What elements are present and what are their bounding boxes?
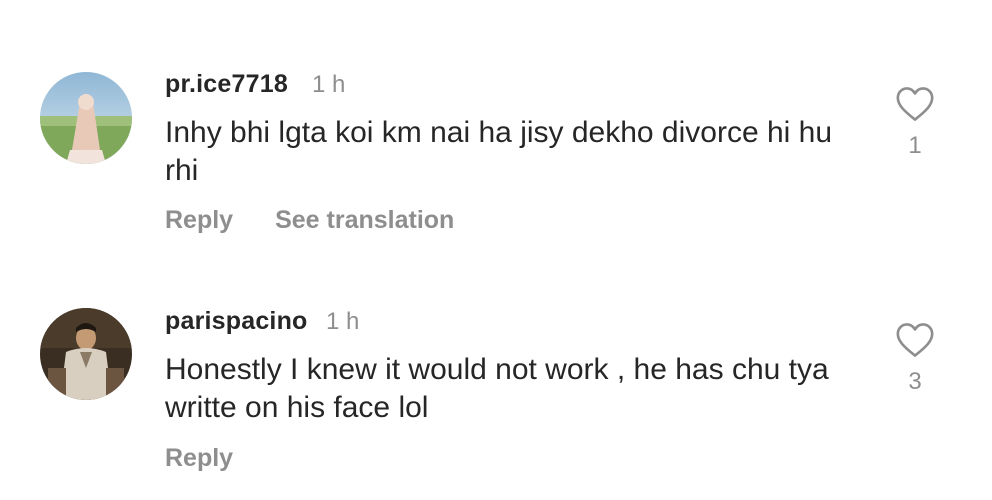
reply-button[interactable]: Reply <box>165 444 233 473</box>
heart-outline-icon[interactable] <box>895 86 935 122</box>
comment-actions: Reply <box>165 444 233 473</box>
comment-text: Inhy bhi lgta koi km nai ha jisy dekho d… <box>165 116 833 187</box>
avatar-image <box>40 308 132 400</box>
comment-item: parispacino 1 h Honestly I knew it would… <box>0 260 992 500</box>
comment-actions: Reply See translation <box>165 206 454 235</box>
see-translation-button[interactable]: See translation <box>275 206 454 235</box>
heart-outline-icon[interactable] <box>895 322 935 358</box>
comment-timestamp: 1 h <box>312 71 346 98</box>
reply-button[interactable]: Reply <box>165 206 233 235</box>
like-count: 1 <box>908 132 922 159</box>
comment-text: Honestly I knew it would not work , he h… <box>165 353 829 424</box>
comment-timestamp: 1 h <box>326 308 360 335</box>
like-control: 3 <box>894 322 936 396</box>
like-count: 3 <box>908 368 922 395</box>
user-avatar[interactable] <box>40 308 132 400</box>
avatar-image <box>40 72 132 164</box>
comment-username[interactable]: pr.ice7718 <box>165 70 288 99</box>
comment-item: pr.ice7718 1 h Inhy bhi lgta koi km nai … <box>0 0 992 260</box>
like-control: 1 <box>894 86 936 160</box>
user-avatar[interactable] <box>40 72 132 164</box>
comment-username[interactable]: parispacino <box>165 307 308 336</box>
